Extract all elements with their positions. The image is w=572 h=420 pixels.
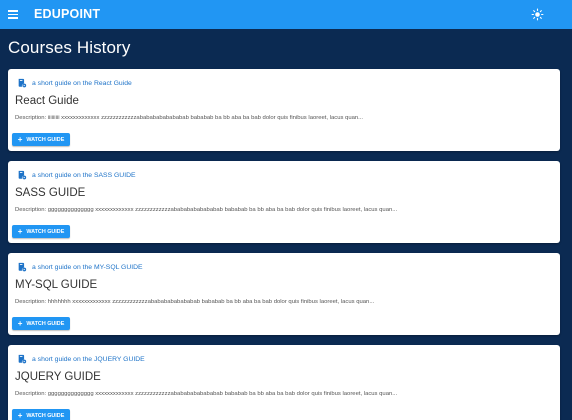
watch-guide-button[interactable]: + WATCH GUIDE <box>12 225 70 238</box>
app-bar: EDUPOINT <box>0 0 572 29</box>
course-list: a short guide on the React Guide React G… <box>8 69 560 420</box>
guide-book-icon <box>18 354 27 364</box>
card-title: SASS GUIDE <box>15 187 86 199</box>
guide-book-icon <box>18 78 27 88</box>
card-title: MY-SQL GUIDE <box>15 279 98 291</box>
course-card: a short guide on the JQUERY GUIDE JQUERY… <box>8 345 560 420</box>
card-subtitle: a short guide on the JQUERY GUIDE <box>32 355 145 363</box>
card-title: JQUERY GUIDE <box>15 371 101 383</box>
card-description: Description: iiiiiiiii xxxxxxxxxxxxx zzz… <box>15 115 364 121</box>
guide-book-icon <box>18 262 27 272</box>
card-header: a short guide on the MY-SQL GUIDE <box>17 262 143 272</box>
card-description: Description: hhhhhhh xxxxxxxxxxxxx zzzzz… <box>15 299 375 305</box>
course-card: a short guide on the SASS GUIDE SASS GUI… <box>8 161 560 243</box>
watch-guide-button[interactable]: + WATCH GUIDE <box>12 409 70 420</box>
card-header: a short guide on the JQUERY GUIDE <box>17 354 145 364</box>
watch-guide-label: WATCH GUIDE <box>26 412 65 419</box>
card-subtitle: a short guide on the SASS GUIDE <box>32 171 136 179</box>
plus-icon: + <box>17 226 23 236</box>
watch-guide-label: WATCH GUIDE <box>26 228 65 235</box>
app-title[interactable]: EDUPOINT <box>34 7 100 21</box>
plus-icon: + <box>17 318 23 328</box>
page-title: Courses History <box>8 38 131 57</box>
brightness-icon[interactable] <box>531 8 544 21</box>
menu-icon[interactable] <box>8 10 18 19</box>
course-card: a short guide on the React Guide React G… <box>8 69 560 151</box>
course-card: a short guide on the MY-SQL GUIDE MY-SQL… <box>8 253 560 335</box>
card-subtitle: a short guide on the React Guide <box>32 79 132 87</box>
card-description: Description: gggggggggggggg xxxxxxxxxxxx… <box>15 207 398 213</box>
card-subtitle: a short guide on the MY-SQL GUIDE <box>32 263 143 271</box>
watch-guide-label: WATCH GUIDE <box>26 320 65 327</box>
plus-icon: + <box>17 410 23 420</box>
watch-guide-button[interactable]: + WATCH GUIDE <box>12 133 70 146</box>
watch-guide-label: WATCH GUIDE <box>26 136 65 143</box>
card-description: Description: gggggggggggggg xxxxxxxxxxxx… <box>15 391 398 397</box>
plus-icon: + <box>17 134 23 144</box>
watch-guide-button[interactable]: + WATCH GUIDE <box>12 317 70 330</box>
card-title: React Guide <box>15 95 79 107</box>
guide-book-icon <box>18 170 27 180</box>
card-header: a short guide on the React Guide <box>17 78 132 88</box>
card-header: a short guide on the SASS GUIDE <box>17 170 136 180</box>
